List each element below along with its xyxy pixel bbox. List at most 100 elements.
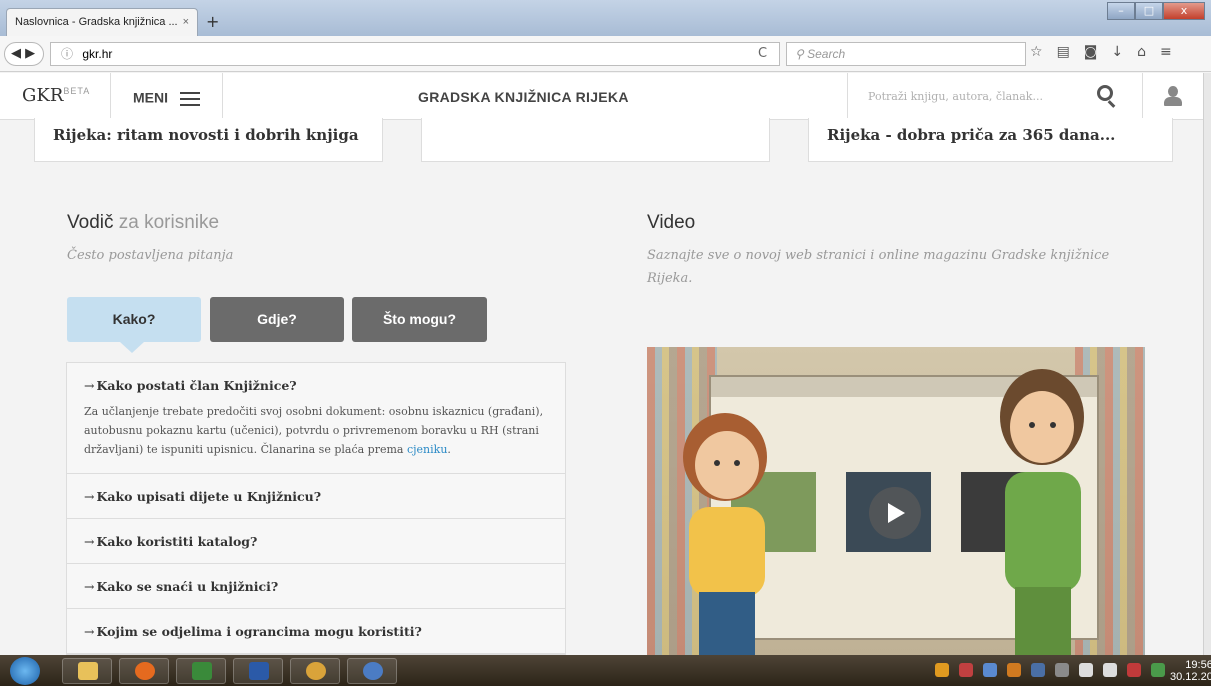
cartoon-girl-illustration: [683, 413, 767, 655]
browser-titlebar: Naslovnica - Gradska knjižnica ... × + –…: [0, 0, 1211, 36]
faq-answer-end: .: [447, 443, 451, 456]
logo-text: GKR: [22, 85, 64, 106]
browser-menu-icon[interactable]: ≡: [1160, 44, 1172, 60]
pocket-icon[interactable]: ◙: [1084, 44, 1098, 60]
bookmark-star-icon[interactable]: ☆: [1030, 44, 1043, 60]
arrow-right-icon: →: [84, 624, 95, 639]
arrow-right-icon: →: [84, 378, 95, 393]
header-divider: [110, 73, 111, 120]
tab-close-icon[interactable]: ×: [183, 9, 189, 35]
tray-icon[interactable]: [935, 663, 949, 677]
header-divider: [847, 73, 848, 120]
firefox-taskbar-icon[interactable]: [119, 658, 169, 684]
chrome-taskbar-icon[interactable]: [290, 658, 340, 684]
url-bar[interactable]: ⓘ gkr.hr: [50, 42, 780, 66]
arrow-right-icon: →: [84, 489, 95, 504]
faq-question[interactable]: → Kako upisati dijete u Knjižnicu?: [84, 489, 549, 504]
browser-navbar: ◀ ▶ ⓘ gkr.hr C ⚲ Search ☆ ▤ ◙ ↓ ⌂ ≡: [0, 36, 1211, 72]
menu-button[interactable]: MENI: [133, 88, 200, 110]
search-glass-icon: ⚲: [795, 47, 808, 61]
file-explorer-taskbar-icon[interactable]: [62, 658, 112, 684]
action-center-icon[interactable]: [1127, 663, 1141, 677]
tray-icon[interactable]: [983, 663, 997, 677]
close-window-button[interactable]: x: [1163, 2, 1205, 20]
article-card[interactable]: Rijeka - dobra priča za 365 dana...: [808, 118, 1173, 162]
back-arrow-icon[interactable]: ◀: [11, 46, 21, 61]
play-icon[interactable]: [869, 487, 921, 539]
forward-arrow-icon[interactable]: ▶: [25, 46, 35, 61]
site-title[interactable]: GRADSKA KNJIŽNICA RIJEKA: [418, 89, 629, 105]
page-scrollbar[interactable]: [1203, 73, 1211, 655]
faq-question[interactable]: → Kojim se odjelima i ograncima mogu kori…: [84, 624, 549, 639]
tab-title: Naslovnica - Gradska knjižnica ...: [15, 16, 178, 28]
browser-search-input[interactable]: ⚲ Search: [786, 42, 1026, 66]
reading-list-icon[interactable]: ▤: [1057, 44, 1070, 60]
info-icon[interactable]: ⓘ: [61, 47, 73, 61]
new-tab-button[interactable]: +: [206, 12, 219, 31]
tray-icon[interactable]: [959, 663, 973, 677]
tab-sto-mogu[interactable]: Što mogu?: [352, 297, 487, 342]
cartoon-woman-illustration: [1000, 369, 1084, 655]
search-icon[interactable]: [1097, 85, 1113, 101]
clock-date: 30.12.2016.: [1170, 671, 1211, 683]
app-taskbar-icon[interactable]: [347, 658, 397, 684]
tray-icon[interactable]: [1151, 663, 1165, 677]
article-card[interactable]: Rijeka: ritam novosti i dobrih knjiga: [34, 118, 383, 162]
faq-item[interactable]: → Kojim se odjelima i ograncima mogu kori…: [67, 609, 565, 654]
site-logo[interactable]: GKRBETA: [22, 85, 90, 106]
start-button[interactable]: [10, 657, 40, 685]
browser-tab[interactable]: Naslovnica - Gradska knjižnica ... ×: [6, 8, 198, 36]
faq-question-text: Kako postati član Knjižnice?: [96, 378, 297, 393]
excel-taskbar-icon[interactable]: [176, 658, 226, 684]
system-tray: [935, 663, 1165, 677]
faq-question[interactable]: → Kako se snaći u knjižnici?: [84, 579, 549, 594]
tray-icon[interactable]: [1055, 663, 1069, 677]
faq-list: → Kako postati član Knjižnice? Za učlanje…: [66, 362, 566, 655]
minimize-button[interactable]: –: [1107, 2, 1135, 20]
video-player[interactable]: [647, 347, 1145, 655]
video-subtitle: Saznajte sve o novoj web stranici i onli…: [647, 248, 1110, 286]
tab-gdje[interactable]: Gdje?: [210, 297, 344, 342]
article-card[interactable]: [421, 118, 770, 162]
user-icon[interactable]: [1163, 86, 1183, 106]
home-icon[interactable]: ⌂: [1137, 44, 1146, 60]
guide-title-bold: Vodič: [67, 212, 114, 233]
faq-answer: Za učlanjenje trebate predočiti svoj oso…: [84, 402, 549, 459]
browser-search-placeholder: Search: [807, 47, 846, 61]
back-forward-buttons[interactable]: ◀ ▶: [4, 42, 44, 66]
faq-item[interactable]: → Kako postati član Knjižnice? Za učlanje…: [67, 363, 565, 474]
faq-question-text: Kako koristiti katalog?: [96, 534, 258, 549]
arrow-right-icon: →: [84, 579, 95, 594]
tray-icon[interactable]: [1007, 663, 1021, 677]
faq-question-text: Kako se snaći u knjižnici?: [96, 579, 279, 594]
faq-item[interactable]: → Kako upisati dijete u Knjižnicu?: [67, 474, 565, 519]
faq-item[interactable]: → Kako koristiti katalog?: [67, 519, 565, 564]
tray-icon[interactable]: [1031, 663, 1045, 677]
site-search-input[interactable]: Potraži knjigu, autora, članak...: [868, 90, 1043, 103]
browser-toolbar-icons: ☆ ▤ ◙ ↓ ⌂ ≡: [1030, 44, 1172, 60]
price-list-link[interactable]: cjeniku: [407, 443, 447, 456]
download-icon[interactable]: ↓: [1111, 44, 1123, 60]
word-taskbar-icon[interactable]: [233, 658, 283, 684]
faq-question[interactable]: → Kako koristiti katalog?: [84, 534, 549, 549]
menu-label: MENI: [133, 89, 168, 106]
volume-icon[interactable]: [1103, 663, 1117, 677]
reload-icon[interactable]: C: [758, 46, 767, 61]
faq-question-text: Kako upisati dijete u Knjižnicu?: [96, 489, 322, 504]
maximize-button[interactable]: □: [1135, 2, 1163, 20]
site-header: GKRBETA MENI GRADSKA KNJIŽNICA RIJEKA Po…: [0, 73, 1203, 120]
guide-title-light: za korisnike: [118, 212, 220, 233]
video-title: Video: [647, 212, 696, 233]
faq-question[interactable]: → Kako postati član Knjižnice?: [84, 378, 549, 393]
window-controls: – □ x: [1107, 2, 1205, 20]
url-text: gkr.hr: [82, 47, 113, 61]
faq-answer-text: Za učlanjenje trebate predočiti svoj oso…: [84, 405, 544, 456]
guide-subtitle: Često postavljena pitanja: [67, 248, 234, 263]
network-icon[interactable]: [1079, 663, 1093, 677]
tab-kako[interactable]: Kako?: [67, 297, 201, 342]
faq-item[interactable]: → Kako se snaći u knjižnici?: [67, 564, 565, 609]
guide-title: Vodič za korisnike: [67, 212, 219, 234]
windows-taskbar: 19:56 30.12.2016.: [0, 655, 1211, 686]
beta-badge: BETA: [63, 86, 91, 96]
taskbar-clock[interactable]: 19:56 30.12.2016.: [1170, 659, 1211, 683]
